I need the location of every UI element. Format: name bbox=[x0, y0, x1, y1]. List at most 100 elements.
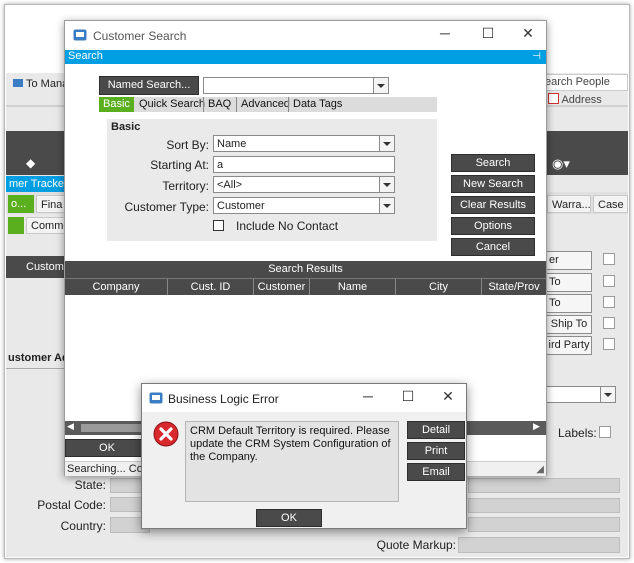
clear-results-button[interactable]: Clear Results bbox=[451, 196, 535, 214]
customer-type-dropdown[interactable]: Customer bbox=[213, 197, 395, 214]
error-dialog-titlebar[interactable]: Business Logic Error ─ ☐ ✕ bbox=[142, 384, 466, 412]
customer-search-title: Customer Search bbox=[93, 29, 187, 43]
bg-tab-o[interactable]: o... bbox=[8, 195, 34, 213]
bg-address-book[interactable]: Address Book bbox=[548, 93, 628, 105]
bg-tab-comme[interactable]: Comme bbox=[26, 217, 70, 234]
bg-dropdown-arrow-icon[interactable] bbox=[600, 387, 615, 402]
bg-tab-green-small[interactable] bbox=[8, 217, 24, 234]
business-logic-error-dialog: Business Logic Error ─ ☐ ✕ CRM Default T… bbox=[141, 383, 467, 529]
bg-toolbar-text[interactable]: To Mana bbox=[26, 78, 68, 90]
bg-address-rule bbox=[6, 368, 64, 369]
error-dialog-title: Business Logic Error bbox=[168, 392, 279, 406]
error-icon bbox=[153, 421, 179, 447]
bg-search-people[interactable]: earch People bbox=[544, 74, 628, 91]
chevron-down-icon[interactable] bbox=[373, 78, 388, 93]
customer-type-label: Customer Type: bbox=[124, 200, 209, 214]
app-window-icon bbox=[149, 392, 163, 404]
state-label: State: bbox=[74, 478, 106, 492]
bg-side-check-4[interactable] bbox=[603, 317, 615, 329]
search-tabs: Basic Quick Search BAQ Advanced Data Tag… bbox=[99, 97, 437, 112]
ok-button[interactable]: OK bbox=[65, 439, 149, 457]
search-button[interactable]: Search bbox=[451, 154, 535, 172]
cancel-button[interactable]: Cancel bbox=[451, 238, 535, 256]
scroll-left-icon[interactable]: ◀ bbox=[67, 421, 74, 432]
bg-side-button-3[interactable]: To bbox=[546, 294, 592, 313]
bg-globe-icon[interactable]: ◉▾ bbox=[552, 156, 570, 172]
basic-group: Basic Sort By: Name Starting At: a Terri… bbox=[107, 119, 437, 241]
app-window-icon bbox=[73, 29, 87, 41]
detail-button[interactable]: Detail bbox=[407, 421, 465, 439]
tab-data-tags[interactable]: Data Tags bbox=[288, 97, 346, 112]
resize-grip-icon[interactable]: ◢ bbox=[536, 463, 544, 477]
tab-quick-search[interactable]: Quick Search bbox=[135, 97, 209, 112]
pin-icon[interactable]: ⊣ bbox=[532, 50, 541, 63]
include-no-contact-label: Include No Contact bbox=[236, 219, 339, 233]
close-icon[interactable]: ✕ bbox=[518, 25, 538, 42]
bg-right-field-3[interactable] bbox=[468, 517, 620, 532]
quote-markup-field[interactable] bbox=[458, 537, 620, 553]
territory-dropdown[interactable]: <All> bbox=[213, 176, 395, 193]
print-button[interactable]: Print bbox=[407, 442, 465, 460]
named-search-button[interactable]: Named Search... bbox=[99, 76, 199, 95]
postal-code-label: Postal Code: bbox=[37, 498, 106, 512]
bg-side-check-5[interactable] bbox=[603, 338, 615, 350]
quote-markup-label: Quote Markup: bbox=[376, 538, 456, 552]
new-search-button[interactable]: New Search bbox=[451, 175, 535, 193]
bg-labels-check[interactable] bbox=[599, 426, 611, 438]
starting-at-input[interactable]: a bbox=[213, 156, 395, 173]
sort-by-label: Sort By: bbox=[166, 138, 209, 152]
column-cust-id[interactable]: Cust. ID bbox=[168, 279, 254, 295]
results-column-header: Company Cust. ID Customer Name City Stat… bbox=[65, 278, 546, 295]
minimize-icon[interactable]: ─ bbox=[435, 25, 455, 41]
basic-group-title: Basic bbox=[111, 121, 141, 133]
maximize-icon[interactable]: ☐ bbox=[398, 388, 418, 405]
bg-side-check-2[interactable] bbox=[603, 275, 615, 287]
tab-baq[interactable]: BAQ bbox=[203, 97, 235, 112]
column-company[interactable]: Company bbox=[65, 279, 168, 295]
error-message: CRM Default Territory is required. Pleas… bbox=[185, 421, 399, 502]
bg-labels-label: Labels: bbox=[558, 426, 597, 440]
include-no-contact-checkbox[interactable] bbox=[213, 220, 224, 231]
column-customer[interactable]: Customer bbox=[254, 279, 310, 295]
search-panel-bar: Search ⊣ bbox=[65, 50, 546, 64]
bg-tool-icon-1[interactable]: ◆ bbox=[26, 156, 35, 170]
bg-side-button-2[interactable]: To bbox=[546, 273, 592, 292]
bg-third-party-button[interactable]: ird Party bbox=[546, 336, 592, 355]
bg-side-check-1[interactable] bbox=[603, 253, 615, 265]
country-label: Country: bbox=[60, 519, 106, 533]
tab-advanced[interactable]: Advanced bbox=[236, 97, 294, 112]
bg-side-check-3[interactable] bbox=[603, 296, 615, 308]
bg-customer-address: ustomer Ad bbox=[8, 352, 69, 364]
sort-by-dropdown[interactable]: Name bbox=[213, 135, 395, 152]
chevron-down-icon[interactable] bbox=[379, 198, 394, 213]
bg-right-field-1[interactable] bbox=[468, 478, 620, 493]
named-search-dropdown[interactable] bbox=[203, 77, 389, 94]
options-button[interactable]: Options bbox=[451, 217, 535, 235]
email-button[interactable]: Email bbox=[407, 463, 465, 481]
close-icon[interactable]: ✕ bbox=[438, 388, 458, 405]
bg-right-field-2[interactable] bbox=[468, 498, 620, 513]
error-ok-button[interactable]: OK bbox=[256, 509, 322, 527]
bg-side-button-1[interactable]: er bbox=[546, 251, 592, 270]
bg-customer-tab[interactable]: Custome bbox=[6, 256, 70, 278]
bg-tracker-tab[interactable]: mer Tracke bbox=[6, 176, 66, 192]
maximize-icon[interactable]: ☐ bbox=[478, 25, 498, 42]
column-state-prov[interactable]: State/Prov bbox=[482, 279, 546, 295]
territory-label: Territory: bbox=[162, 179, 209, 193]
starting-at-label: Starting At: bbox=[150, 158, 209, 172]
column-city[interactable]: City bbox=[396, 279, 482, 295]
bg-tab-warra[interactable]: Warra... bbox=[547, 195, 591, 213]
search-panel-title: Search bbox=[68, 50, 103, 62]
column-name[interactable]: Name bbox=[310, 279, 396, 295]
customer-search-titlebar[interactable]: Customer Search ─ ☐ ✕ bbox=[65, 21, 546, 49]
bg-tab-case[interactable]: Case bbox=[593, 195, 628, 213]
search-results-title: Search Results bbox=[65, 261, 546, 278]
chevron-down-icon[interactable] bbox=[379, 136, 394, 151]
bg-app-icon bbox=[12, 77, 24, 89]
scroll-right-icon[interactable]: ▶ bbox=[533, 421, 540, 432]
minimize-icon[interactable]: ─ bbox=[358, 388, 378, 404]
tab-basic[interactable]: Basic bbox=[99, 97, 134, 112]
bg-ship-to-button[interactable]: Ship To bbox=[546, 315, 592, 334]
chevron-down-icon[interactable] bbox=[379, 177, 394, 192]
scroll-thumb[interactable] bbox=[81, 424, 141, 432]
